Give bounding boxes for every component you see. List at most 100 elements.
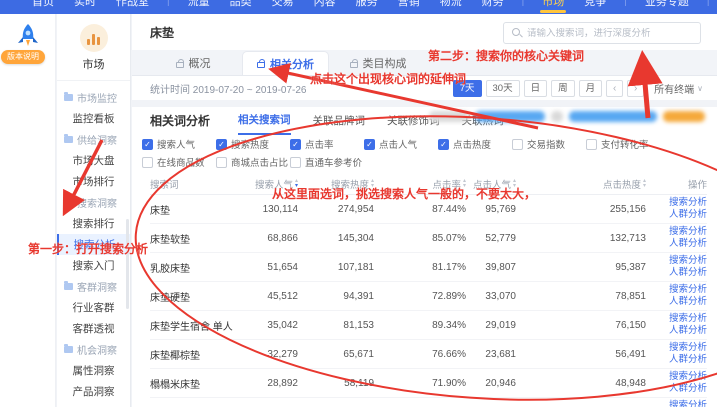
search-analysis-link[interactable]: 搜索分析: [646, 226, 707, 238]
next-page-button[interactable]: ›: [627, 80, 644, 97]
sidebar-group-search-insight[interactable]: 搜索洞察: [57, 192, 130, 213]
sidebar-group-label: 搜索洞察: [77, 195, 117, 210]
sidebar-item-attribute-insight[interactable]: 属性洞察: [57, 360, 130, 381]
checkbox-click-rate[interactable]: ✓点击率: [290, 137, 364, 151]
nav-separator: |: [707, 0, 710, 14]
sidebar-item-monitor-board[interactable]: 监控看板: [57, 108, 130, 129]
range-day-button[interactable]: 日: [524, 80, 548, 97]
nav-item-category[interactable]: 品类: [228, 0, 254, 14]
checkbox-pay-conversion[interactable]: 支付转化率: [586, 137, 660, 151]
sidebar-item-search-ranking[interactable]: 搜索排行: [57, 213, 130, 234]
metric-label: 商城点击占比: [231, 155, 288, 169]
table-row: 床垫硬垫 45,512 94,391 72.89% 33,070 78,851 …: [150, 282, 707, 311]
search-analysis-link[interactable]: 搜索分析: [646, 342, 707, 354]
search-analysis-link[interactable]: 搜索分析: [646, 313, 707, 325]
search-popularity-cell: 130,114: [240, 204, 298, 215]
terminal-filter-label: 所有终端: [654, 81, 694, 96]
terminal-filter-dropdown[interactable]: 所有终端∨: [654, 81, 703, 96]
nav-item-content[interactable]: 内容: [312, 0, 338, 14]
checkbox-trade-index[interactable]: 交易指数: [512, 137, 586, 151]
search-analysis-link[interactable]: 搜索分析: [646, 284, 707, 296]
checkbox-search-heat[interactable]: ✓搜索热度: [216, 137, 290, 151]
nav-item-logistics[interactable]: 物流: [438, 0, 464, 14]
version-badge[interactable]: 版本说明: [1, 50, 45, 64]
sidebar-group-customer-insight[interactable]: 客群洞察: [57, 276, 130, 297]
nav-item-home[interactable]: 首页: [30, 0, 56, 14]
annotation-step1: 第一步：打开搜索分析: [28, 240, 148, 257]
crowd-analysis-link[interactable]: 人群分析: [646, 267, 707, 279]
checkbox-mall-click-share[interactable]: 商城点击占比: [216, 155, 290, 169]
checkbox-icon: [216, 157, 227, 168]
crowd-analysis-link[interactable]: 人群分析: [646, 296, 707, 308]
tab-related-brand-words[interactable]: 关联品牌词: [313, 113, 366, 134]
crowd-analysis-link[interactable]: 人群分析: [646, 238, 707, 250]
click-rate-cell: 71.90%: [374, 378, 466, 389]
click-rate-cell: 76.66%: [374, 349, 466, 360]
sidebar-group-market-monitor[interactable]: 市场监控: [57, 87, 130, 108]
sidebar-item-market-ranking[interactable]: 市场排行: [57, 171, 130, 192]
search-heat-cell: 81,153: [298, 320, 374, 331]
crowd-analysis-link[interactable]: 人群分析: [646, 325, 707, 337]
checkbox-click-popularity[interactable]: ✓点击人气: [364, 137, 438, 151]
crowd-analysis-link[interactable]: 人群分析: [646, 383, 707, 395]
crowd-analysis-link[interactable]: 人群分析: [646, 354, 707, 366]
click-popularity-cell: 23,681: [466, 349, 516, 360]
sidebar-item-industry-customers[interactable]: 行业客群: [57, 297, 130, 318]
sidebar-group-opportunity-insight[interactable]: 机会洞察: [57, 339, 130, 360]
metric-label: 搜索热度: [231, 137, 269, 151]
nav-item-market[interactable]: 市场: [540, 0, 566, 14]
nav-item-marketing[interactable]: 营销: [396, 0, 422, 14]
search-analysis-link[interactable]: 搜索分析: [646, 400, 707, 407]
folder-icon: [64, 283, 73, 290]
search-popularity-cell: 32,279: [240, 349, 298, 360]
rocket-icon[interactable]: [13, 22, 43, 52]
nav-item-topics[interactable]: 业务专题: [643, 0, 691, 14]
checkbox-click-heat[interactable]: ✓点击热度: [438, 137, 512, 151]
checkbox-search-popularity[interactable]: ✓搜索人气: [142, 137, 216, 151]
nav-item-warroom[interactable]: 作战室: [114, 0, 151, 14]
click-popularity-cell: 52,779: [466, 233, 516, 244]
click-popularity-cell: 39,807: [466, 262, 516, 273]
metric-checkbox-row-1: ✓搜索人气 ✓搜索热度 ✓点击率 ✓点击人气 ✓点击热度 交易指数 支付转化率: [142, 137, 707, 151]
search-analysis-link[interactable]: 搜索分析: [646, 371, 707, 383]
page-title: 床垫: [150, 24, 174, 41]
col-header-keyword[interactable]: 搜索词: [150, 177, 240, 191]
nav-item-traffic[interactable]: 流量: [186, 0, 212, 14]
table-row: 床垫椰棕垫 32,279 65,671 76.66% 23,681 56,491…: [150, 340, 707, 369]
col-label: 点击热度: [603, 180, 641, 191]
nav-item-trade[interactable]: 交易: [270, 0, 296, 14]
legend-segment: [551, 111, 563, 122]
search-input[interactable]: [527, 28, 687, 39]
legend-segment: [569, 111, 657, 122]
checkbox-ztc-reference-price[interactable]: 直通车参考价: [290, 155, 364, 169]
nav-item-competition[interactable]: 竞争: [582, 0, 608, 14]
market-module-icon: [80, 24, 108, 52]
checkbox-icon: ✓: [438, 139, 449, 150]
sidebar-group-supply-insight[interactable]: 供给洞察: [57, 129, 130, 150]
click-heat-cell: 48,948: [516, 378, 646, 389]
nav-item-finance[interactable]: 财务: [480, 0, 506, 14]
click-heat-cell: 56,491: [516, 349, 646, 360]
nav-item-service[interactable]: 服务: [354, 0, 380, 14]
sidebar-item-search-intro[interactable]: 搜索入门: [57, 255, 130, 276]
sidebar-scrollbar[interactable]: [126, 219, 129, 309]
sidebar-item-product-insight[interactable]: 产品洞察: [57, 381, 130, 402]
search-heat-cell: 274,954: [298, 204, 374, 215]
range-month-button[interactable]: 月: [579, 80, 603, 97]
tab-overview[interactable]: 概况: [150, 51, 236, 75]
sidebar-item-market-overview[interactable]: 市场大盘: [57, 150, 130, 171]
module-label: 市场: [57, 56, 130, 72]
chevron-down-icon: ∨: [697, 84, 703, 93]
tab-related-search-words[interactable]: 相关搜索词: [238, 112, 291, 135]
range-30d-button[interactable]: 30天: [486, 80, 520, 97]
blurred-legend: [429, 111, 705, 122]
keyword-cell: 床垫椰棕垫: [150, 347, 240, 362]
search-analysis-link[interactable]: 搜索分析: [646, 255, 707, 267]
crowd-analysis-link[interactable]: 人群分析: [646, 209, 707, 221]
search-analysis-link[interactable]: 搜索分析: [646, 197, 707, 209]
prev-page-button[interactable]: ‹: [606, 80, 623, 97]
nav-item-realtime[interactable]: 实时: [72, 0, 98, 14]
range-week-button[interactable]: 周: [551, 80, 575, 97]
checkbox-online-products[interactable]: 在线商品数: [142, 155, 216, 169]
sidebar-item-customer-profile[interactable]: 客群透视: [57, 318, 130, 339]
